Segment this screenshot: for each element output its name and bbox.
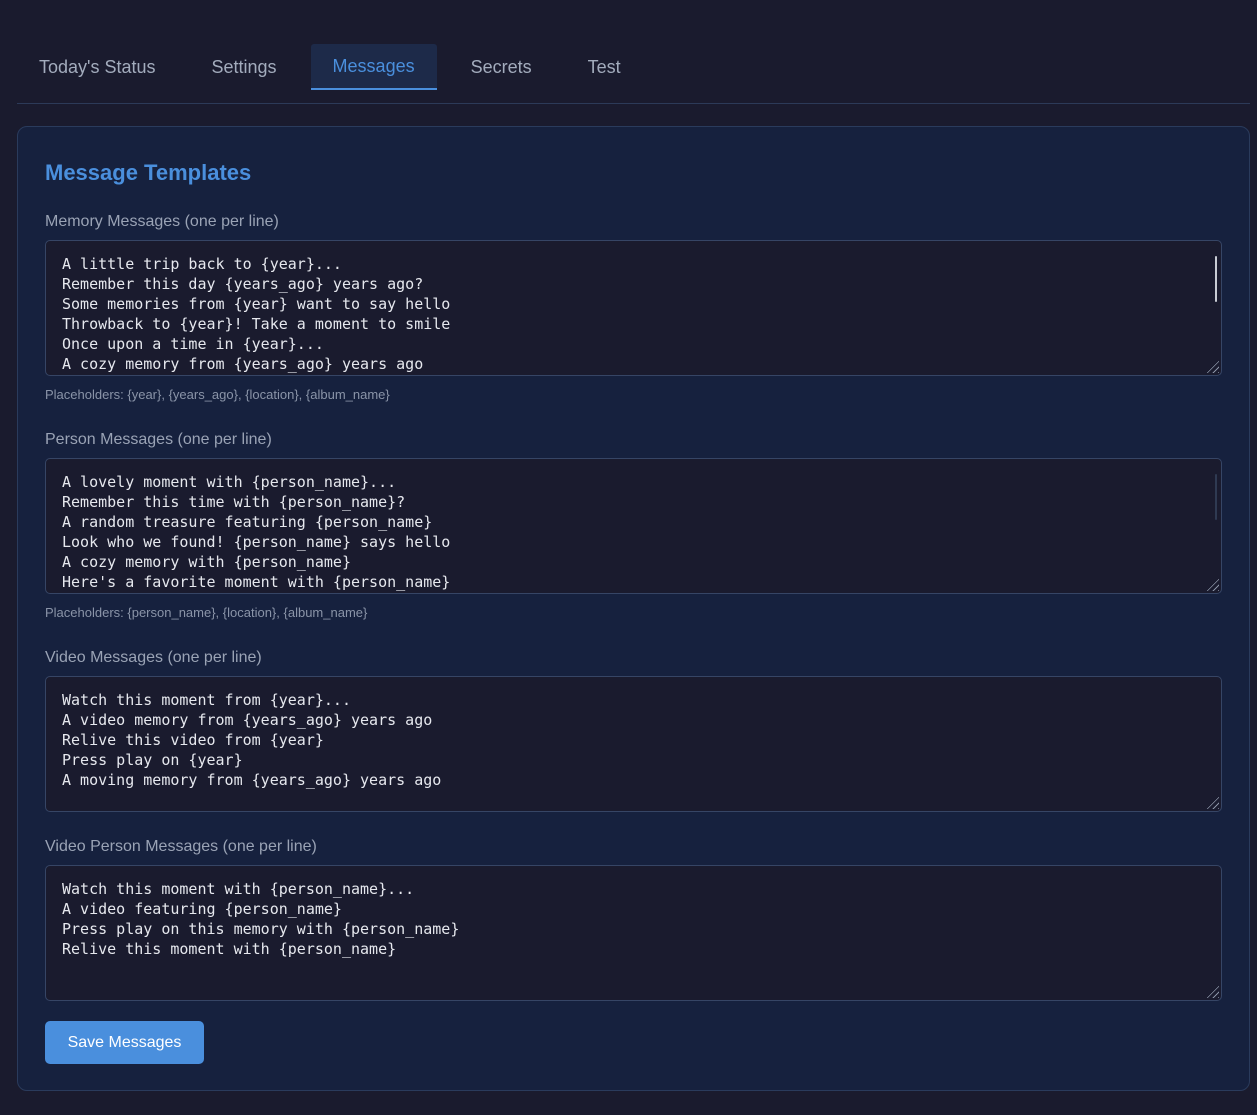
tab-messages[interactable]: Messages xyxy=(310,44,437,90)
memory-placeholders-hint: Placeholders: {year}, {years_ago}, {loca… xyxy=(45,387,390,402)
tab-todays-status[interactable]: Today's Status xyxy=(17,44,178,90)
memory-messages-scrollbar[interactable] xyxy=(1215,256,1217,302)
tab-test[interactable]: Test xyxy=(566,44,643,90)
message-templates-panel: Message Templates Memory Messages (one p… xyxy=(17,126,1250,1091)
video-person-messages-label: Video Person Messages (one per line) xyxy=(45,838,317,855)
tab-secrets[interactable]: Secrets xyxy=(449,44,554,90)
video-messages-label: Video Messages (one per line) xyxy=(45,649,262,666)
tab-settings[interactable]: Settings xyxy=(190,44,299,90)
person-messages-label: Person Messages (one per line) xyxy=(45,431,272,448)
memory-messages-textarea[interactable]: A little trip back to {year}... Remember… xyxy=(46,241,1221,375)
person-messages-textarea[interactable]: A lovely moment with {person_name}... Re… xyxy=(46,459,1221,593)
memory-messages-field-container: A little trip back to {year}... Remember… xyxy=(45,240,1222,376)
video-messages-textarea[interactable]: Watch this moment from {year}... A video… xyxy=(46,677,1221,811)
video-messages-field-container: Watch this moment from {year}... A video… xyxy=(45,676,1222,812)
person-messages-field-container: A lovely moment with {person_name}... Re… xyxy=(45,458,1222,594)
save-messages-button[interactable]: Save Messages xyxy=(45,1021,204,1064)
video-person-messages-textarea[interactable]: Watch this moment with {person_name}... … xyxy=(46,866,1221,1000)
video-person-messages-field-container: Watch this moment with {person_name}... … xyxy=(45,865,1222,1001)
memory-messages-label: Memory Messages (one per line) xyxy=(45,213,279,230)
tab-bar: Today's Status Settings Messages Secrets… xyxy=(17,44,1250,104)
person-placeholders-hint: Placeholders: {person_name}, {location},… xyxy=(45,605,368,620)
panel-title: Message Templates xyxy=(45,160,252,185)
person-messages-scrollbar[interactable] xyxy=(1215,474,1217,520)
